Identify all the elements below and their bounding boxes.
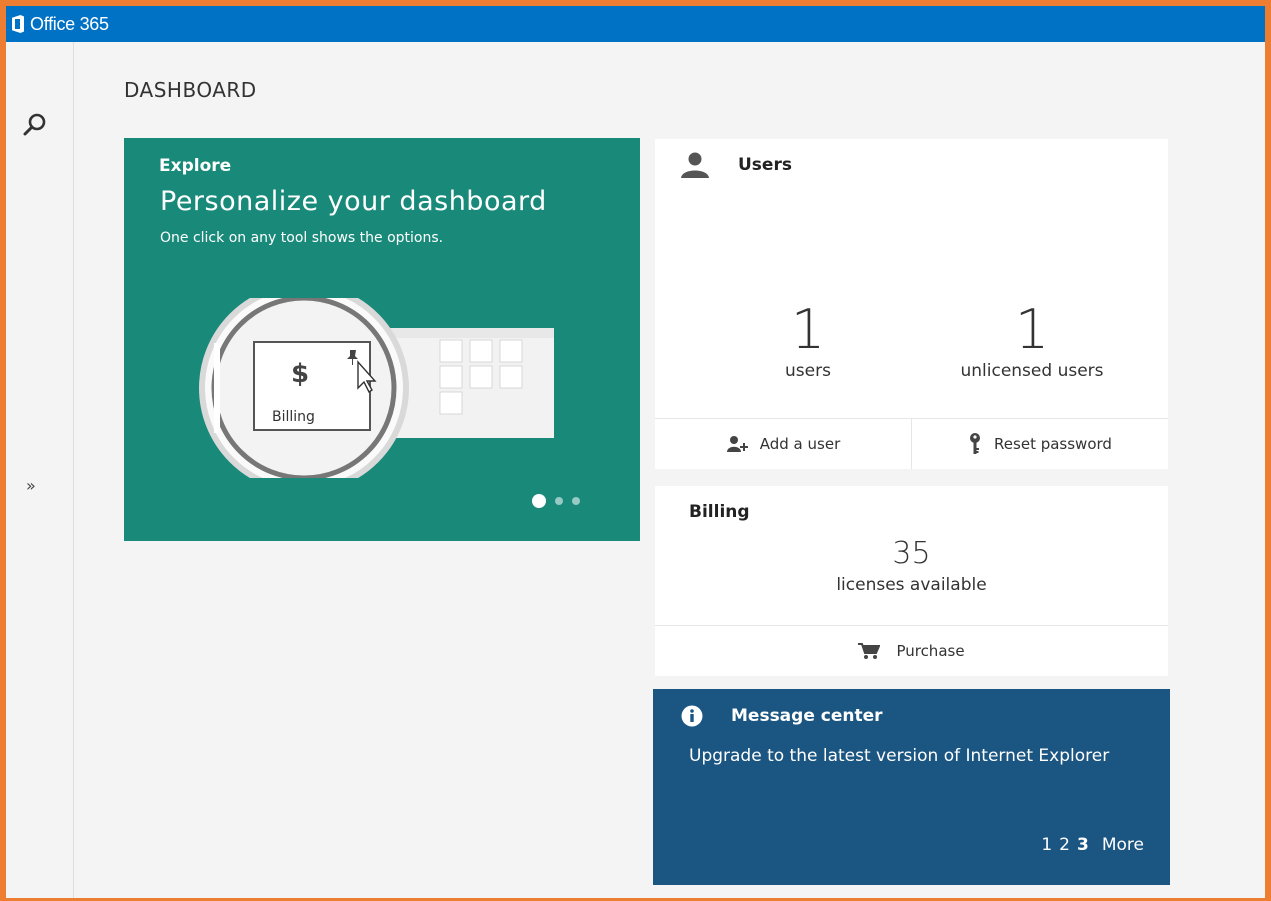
message-pager: 1 2 3 More [1041, 835, 1144, 855]
pager-page-1[interactable]: 1 [1041, 835, 1052, 855]
search-icon[interactable] [22, 112, 48, 138]
pager-page-3[interactable]: 3 [1077, 835, 1089, 855]
left-rail: » [6, 42, 74, 898]
message-center-tile[interactable]: Message center Upgrade to the latest ver… [653, 689, 1170, 885]
carousel-dot[interactable] [555, 497, 563, 505]
users-header: Users [680, 151, 792, 179]
info-icon [681, 705, 703, 727]
illustration-billing-label: Billing [272, 409, 315, 425]
add-person-icon [726, 436, 748, 452]
add-user-button[interactable]: Add a user [655, 419, 911, 469]
person-icon [681, 152, 709, 178]
licenses-count: 35 [892, 536, 931, 571]
add-user-label: Add a user [759, 435, 841, 453]
purchase-button[interactable]: Purchase [655, 625, 1168, 676]
message-text[interactable]: Upgrade to the latest version of Interne… [689, 743, 1129, 770]
users-tile[interactable]: Users 1 users 1 unlicensed users Add a u… [655, 139, 1168, 469]
explore-tile[interactable]: Explore Personalize your dashboard One c… [124, 138, 640, 541]
reset-password-button[interactable]: Reset password [911, 419, 1168, 469]
chevron-double-right-icon[interactable]: » [26, 476, 36, 495]
cart-icon [858, 643, 881, 659]
office-logo-icon[interactable] [12, 15, 24, 33]
unlicensed-users-stat[interactable]: 1 unlicensed users [927, 298, 1137, 382]
window-frame: Office 365 » DASHBOARD Explore Personali… [0, 0, 1271, 901]
carousel-dots [532, 494, 580, 508]
carousel-dot[interactable] [532, 494, 546, 508]
explore-subtext: One click on any tool shows the options. [160, 230, 444, 246]
app-title[interactable]: Office 365 [30, 14, 109, 35]
billing-tile[interactable]: Billing 35 licenses available Purchase [655, 486, 1168, 676]
unlicensed-count-label: unlicensed users [960, 361, 1104, 381]
pager-more-link[interactable]: More [1102, 835, 1144, 855]
message-center-header: Message center [681, 705, 883, 727]
key-icon [970, 433, 981, 454]
explore-heading: Personalize your dashboard [160, 186, 547, 217]
purchase-label: Purchase [896, 642, 965, 660]
unlicensed-count: 1 [1014, 298, 1050, 361]
explore-label: Explore [159, 156, 232, 176]
users-title: Users [738, 155, 792, 175]
dashboard-illustration: $ Billing [199, 298, 554, 478]
carousel-dot[interactable] [572, 497, 580, 505]
message-center-title: Message center [731, 706, 883, 726]
page-title: DASHBOARD [124, 78, 257, 102]
reset-password-label: Reset password [994, 435, 1112, 453]
users-count-stat[interactable]: 1 users [733, 298, 883, 382]
illustration-dollar-symbol: $ [291, 359, 309, 389]
users-actions: Add a user Reset password [655, 418, 1168, 469]
top-bar: Office 365 [6, 6, 1265, 42]
licenses-label: licenses available [836, 575, 987, 595]
pager-page-2[interactable]: 2 [1059, 835, 1070, 855]
users-count-label: users [785, 361, 831, 381]
billing-title: Billing [689, 502, 750, 522]
users-count: 1 [790, 298, 826, 361]
